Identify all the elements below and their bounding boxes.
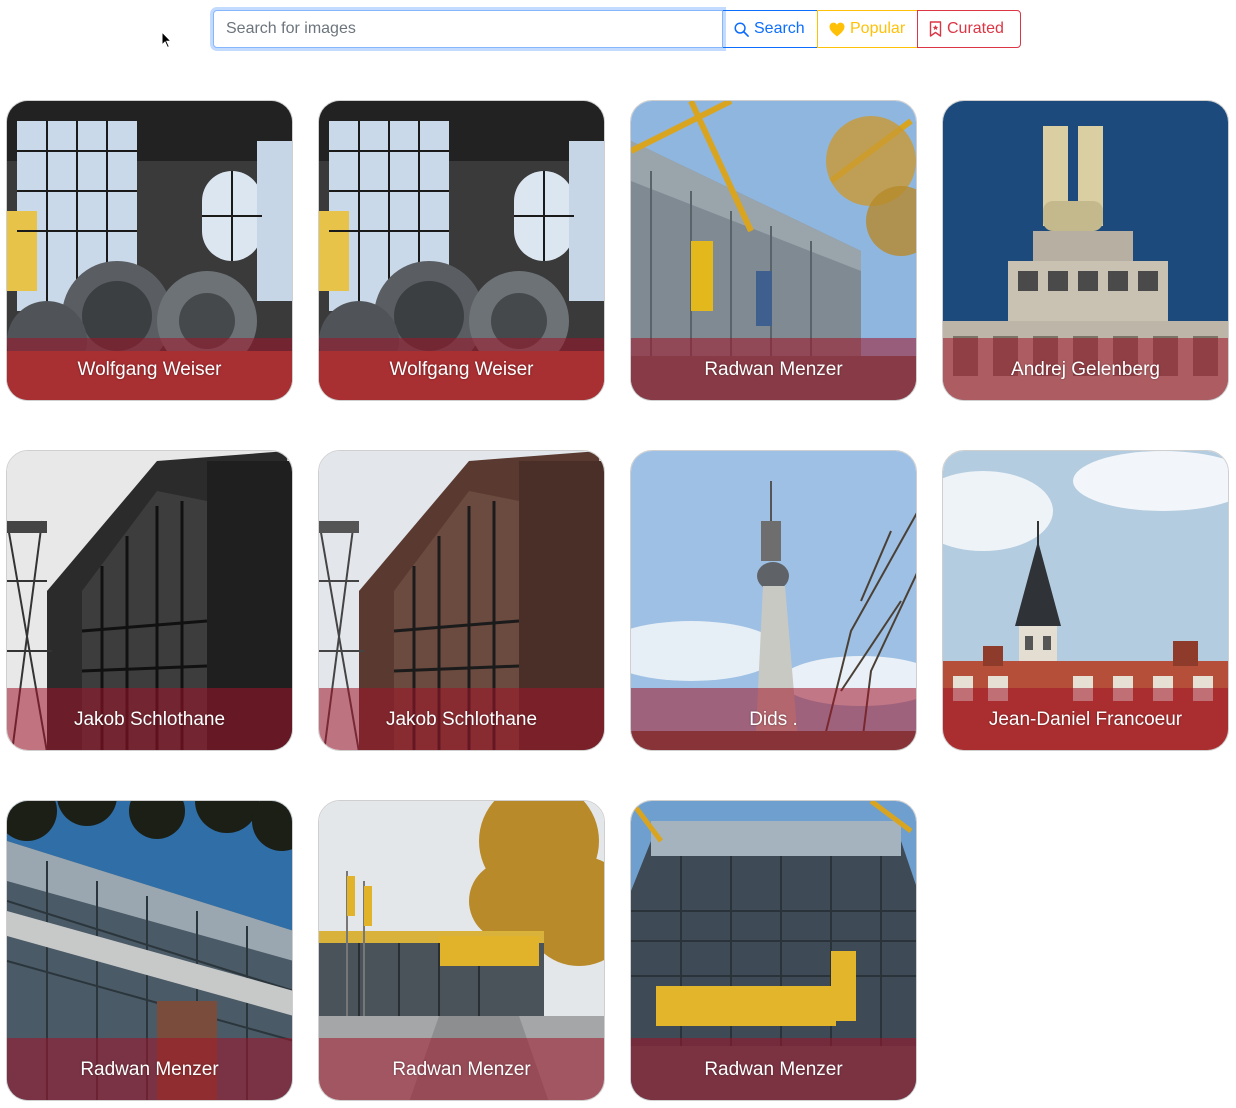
photographer-name: Jakob Schlothane [319,688,604,750]
photo-card[interactable]: Radwan Menzer [630,800,917,1101]
search-icon [734,21,749,37]
mouse-cursor-icon [161,31,173,49]
search-input[interactable] [213,10,723,48]
photo-card[interactable]: Radwan Menzer [318,800,605,1101]
photographer-name: Radwan Menzer [319,1038,604,1100]
photographer-name: Wolfgang Weiser [7,338,292,400]
photo-card[interactable]: Wolfgang Weiser [318,100,605,401]
photographer-name: Radwan Menzer [631,338,916,400]
photographer-name: Wolfgang Weiser [319,338,604,400]
photographer-name: Jakob Schlothane [7,688,292,750]
curated-button-label: Curated [947,20,1004,37]
photographer-name: Jean-Daniel Francoeur [943,688,1228,750]
photographer-name: Radwan Menzer [631,1038,916,1100]
popular-button-label: Popular [850,20,906,37]
photographer-name: Andrej Gelenberg [943,338,1228,400]
popular-button[interactable]: Popular [817,10,918,48]
photo-card[interactable]: Jean-Daniel Francoeur [942,450,1229,751]
photo-card[interactable]: Dids . [630,450,917,751]
photo-card[interactable]: Wolfgang Weiser [6,100,293,401]
photo-card[interactable]: Jakob Schlothane [6,450,293,751]
photo-card[interactable]: Jakob Schlothane [318,450,605,751]
bookmark-icon [929,21,942,37]
photographer-name: Radwan Menzer [7,1038,292,1100]
curated-button[interactable]: Curated [917,10,1021,48]
photographer-name: Dids . [631,688,916,750]
search-button[interactable]: Search [722,10,818,48]
photo-card[interactable]: Andrej Gelenberg [942,100,1229,401]
heart-icon [829,22,845,36]
photo-card[interactable]: Radwan Menzer [630,100,917,401]
photo-card[interactable]: Radwan Menzer [6,800,293,1101]
search-button-label: Search [754,20,805,37]
search-bar: Search Popular Curated [213,10,1021,48]
